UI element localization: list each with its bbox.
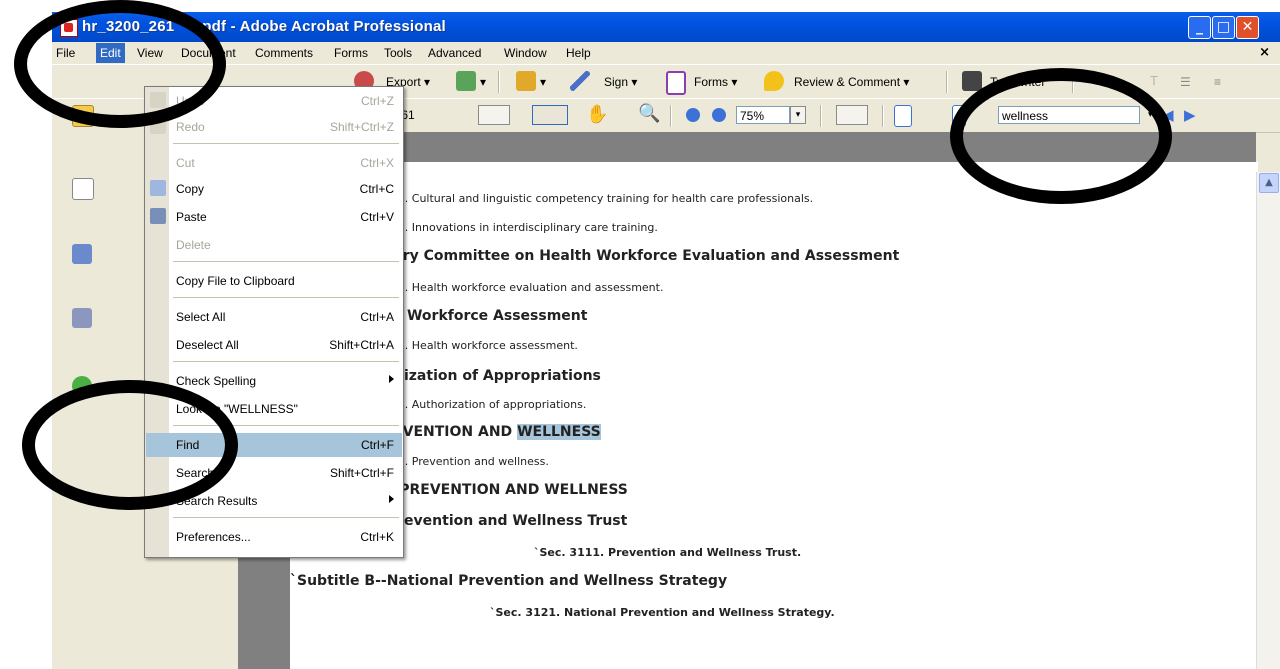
menu-bar: File Edit View Document Comments Forms T… <box>52 42 1280 64</box>
toc-heading: `Subtitle B--National Prevention and Wel… <box>290 573 728 589</box>
text-select-icon[interactable] <box>478 105 510 125</box>
menu-separator <box>173 517 399 518</box>
zoom-out-icon[interactable] <box>686 108 700 122</box>
menu-item-copy[interactable]: Copy Ctrl+C <box>146 177 402 201</box>
zoom-dropdown-arrow[interactable]: ▾ <box>790 106 806 124</box>
secure-dropdown[interactable]: ▾ <box>540 75 546 89</box>
review-comment-button[interactable]: Review & Comment ▾ <box>794 75 909 89</box>
zoom-level-input[interactable]: 75% <box>736 106 790 124</box>
toc-line: `Sec. 3121. National Prevention and Well… <box>490 606 835 619</box>
menu-item-delete[interactable]: Delete <box>146 233 402 257</box>
toc-line: `Sec. 3111. Prevention and Wellness Trus… <box>534 546 802 559</box>
submenu-arrow-icon <box>389 495 394 503</box>
menu-item-copy-file[interactable]: Copy File to Clipboard <box>146 269 402 293</box>
paragraph-spacing-icon[interactable]: ≡ <box>1214 75 1221 89</box>
menu-item-select-all[interactable]: Select All Ctrl+A <box>146 305 402 329</box>
pdf-page[interactable]: Sec. 2251. Cultural and linguistic compe… <box>290 162 1258 669</box>
toolbar-separator <box>498 71 500 93</box>
toolbar-separator <box>946 71 948 93</box>
lock-icon[interactable] <box>516 71 536 91</box>
line-spacing-icon[interactable]: ☰ <box>1180 75 1191 89</box>
document-close-icon[interactable]: × <box>1259 45 1270 60</box>
pen-icon[interactable] <box>570 71 590 91</box>
paste-icon <box>150 208 166 224</box>
submenu-arrow-icon <box>389 375 394 383</box>
zoom-tool-icon[interactable]: 🔍 <box>638 103 660 124</box>
toolbar-separator <box>670 105 672 127</box>
title-bar[interactable]: hr_3200_261 pdf - Adobe Acrobat Professio… <box>52 12 1280 42</box>
comment-bubble-icon[interactable] <box>764 71 784 91</box>
annotation-circle-find-item <box>22 380 238 510</box>
scroll-up-icon[interactable]: ▲ <box>1259 173 1279 193</box>
snapshot-icon[interactable] <box>836 105 868 125</box>
minimize-button[interactable]: _ <box>1188 16 1211 39</box>
toc-line: Sec. 2251. Cultural and linguistic compe… <box>350 192 814 205</box>
create-pdf-dropdown[interactable]: ▾ <box>480 75 486 89</box>
menu-help[interactable]: Help <box>562 45 595 61</box>
toolbar-separator <box>882 105 884 127</box>
menu-separator <box>173 361 399 362</box>
menu-tools[interactable]: Tools <box>380 45 416 61</box>
menu-separator <box>173 297 399 298</box>
sign-button[interactable]: Sign ▾ <box>604 75 637 89</box>
find-next-icon[interactable]: ▶ <box>1184 106 1196 124</box>
annotation-circle-edit-menu <box>14 0 226 128</box>
menu-forms[interactable]: Forms <box>330 45 372 61</box>
bookmarks-panel-icon[interactable] <box>72 244 92 264</box>
zoom-in-icon[interactable] <box>712 108 726 122</box>
create-pdf-icon[interactable] <box>456 71 476 91</box>
menu-separator <box>173 143 399 144</box>
pages-panel-icon[interactable] <box>72 178 94 200</box>
hand-tool-icon[interactable]: ✋ <box>586 104 608 125</box>
fit-width-icon[interactable] <box>894 105 912 127</box>
text-size-small-icon[interactable]: T <box>1150 73 1158 88</box>
menu-item-redo[interactable]: Redo Shift+Ctrl+Z <box>146 115 402 139</box>
menu-item-deselect-all[interactable]: Deselect All Shift+Ctrl+A <box>146 333 402 357</box>
menu-comments[interactable]: Comments <box>251 45 317 61</box>
search-highlight: WELLNESS <box>517 424 601 440</box>
vertical-scrollbar[interactable]: ▲ <box>1256 172 1280 669</box>
close-button[interactable]: ✕ <box>1236 16 1259 39</box>
annotation-circle-find-field <box>950 68 1172 204</box>
menu-item-cut[interactable]: Cut Ctrl+X <box>146 151 402 175</box>
signatures-panel-icon[interactable] <box>72 308 92 328</box>
typewriter-icon[interactable] <box>962 71 982 91</box>
menu-item-preferences[interactable]: Preferences... Ctrl+K <box>146 525 402 549</box>
menu-separator <box>173 261 399 262</box>
toc-heading: Advisory Committee on Health Workforce E… <box>350 248 900 264</box>
toolbar-separator <box>820 105 822 127</box>
select-tool-icon[interactable] <box>532 105 568 125</box>
forms-icon[interactable] <box>666 71 686 95</box>
menu-advanced[interactable]: Advanced <box>424 45 485 61</box>
forms-button[interactable]: Forms ▾ <box>694 75 737 89</box>
menu-window[interactable]: Window <box>500 45 551 61</box>
menu-item-paste[interactable]: Paste Ctrl+V <box>146 205 402 229</box>
maximize-button[interactable]: □ <box>1212 16 1235 39</box>
copy-icon <box>150 180 166 196</box>
